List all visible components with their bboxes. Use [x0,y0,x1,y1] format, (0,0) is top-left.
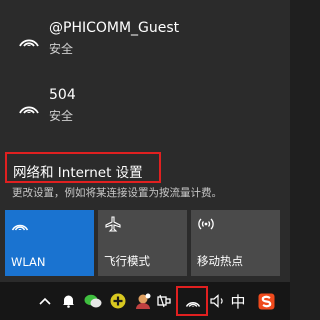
sogou-icon[interactable] [255,282,277,320]
settings-subtitle: 更改设置，例如将某连接设置为按流量计费。 [12,187,222,199]
network-item-504[interactable]: 504 安全 [0,81,290,143]
wifi-icon [11,224,29,231]
network-status: 安全 [49,109,74,123]
network-icon-highlight [176,286,208,316]
wechat-icon[interactable] [82,282,104,320]
tile-mobile-hotspot[interactable]: 移动热点 [191,210,280,276]
ime-indicator[interactable]: 中 [229,282,247,320]
notification-bell-icon[interactable] [58,282,78,320]
airplane-icon [105,216,121,232]
hotspot-icon [198,218,214,230]
usb-device-icon[interactable] [155,282,175,320]
tile-label: 移动热点 [197,254,243,268]
network-item-phicomm-guest[interactable]: @PHICOMM_Guest 安全 [0,14,290,76]
user-avatar-icon[interactable] [132,282,154,320]
network-name: @PHICOMM_Guest [49,20,180,36]
network-status: 安全 [49,42,74,56]
tile-wlan[interactable]: WLAN [5,210,94,276]
network-name: 504 [49,87,76,103]
quick-action-tiles: WLAN 飞行模式 移动热点 [5,210,287,276]
plus-app-icon[interactable] [107,282,129,320]
wifi-icon [19,39,39,47]
tile-airplane-mode[interactable]: 飞行模式 [98,210,187,276]
chevron-up-icon[interactable] [36,282,54,320]
settings-title: 网络和 Internet 设置 [13,165,143,181]
network-internet-settings-link[interactable]: 网络和 Internet 设置 [5,152,161,183]
wifi-icon [19,106,39,114]
tile-label: WLAN [11,255,46,269]
tile-label: 飞行模式 [104,254,150,268]
taskbar: 中 [0,282,290,320]
volume-icon[interactable] [208,282,228,320]
network-flyout: @PHICOMM_Guest 安全 504 安全 网络和 Internet 设置… [0,0,290,282]
